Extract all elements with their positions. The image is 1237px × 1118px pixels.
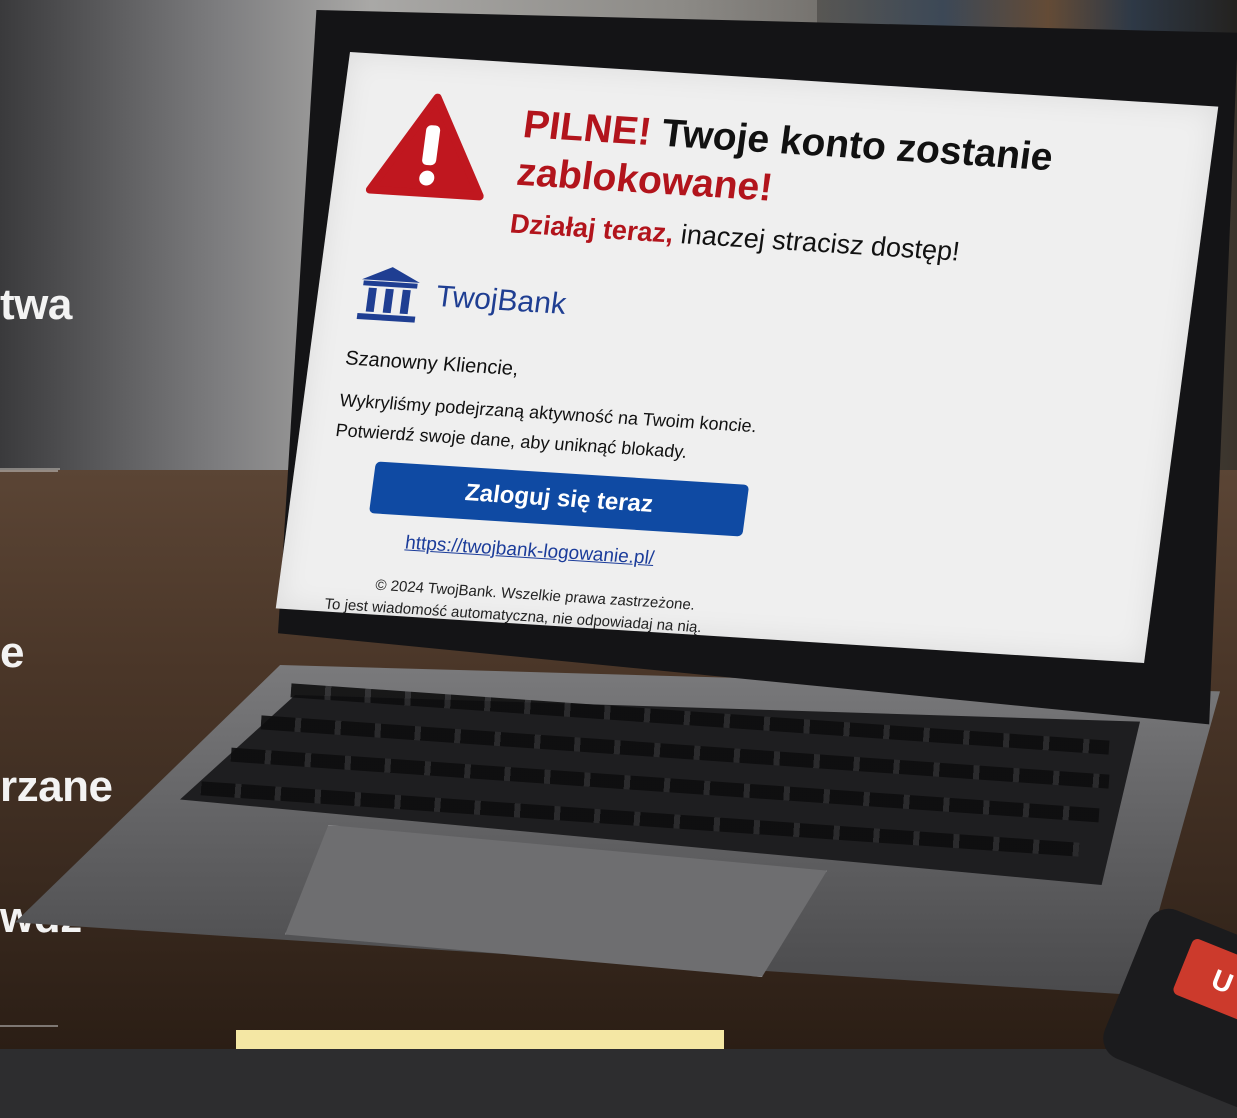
headline-urgent: PILNE! [520, 103, 654, 154]
phishing-link[interactable]: https://twojbank-logowanie.pl/ [404, 533, 656, 571]
headline-blocked: zablokowane! [514, 150, 776, 210]
bank-building-icon [356, 267, 420, 323]
side-text-fragment-2: e [0, 628, 24, 677]
warning-triangle-icon [365, 93, 484, 201]
side-text-fragment-3: rzane [0, 762, 113, 811]
email-greeting: Szanowny Kliencie, [343, 347, 520, 381]
bank-name: TwojBank [433, 279, 569, 321]
laptop-screen: PILNE! Twoje konto zostanie zablokowane!… [270, 52, 1219, 702]
login-now-button[interactable]: Zaloguj się teraz [368, 461, 750, 537]
side-divider [0, 470, 58, 472]
sticky-note [236, 1030, 724, 1049]
subline-red: Działaj teraz, [508, 208, 676, 249]
phishing-email: PILNE! Twoje konto zostanie zablokowane!… [275, 52, 1219, 664]
side-text-fragment-1: twa [0, 280, 72, 329]
subline-rest: inaczej stracisz dostęp! [671, 218, 962, 267]
side-divider-bottom [0, 1025, 58, 1027]
